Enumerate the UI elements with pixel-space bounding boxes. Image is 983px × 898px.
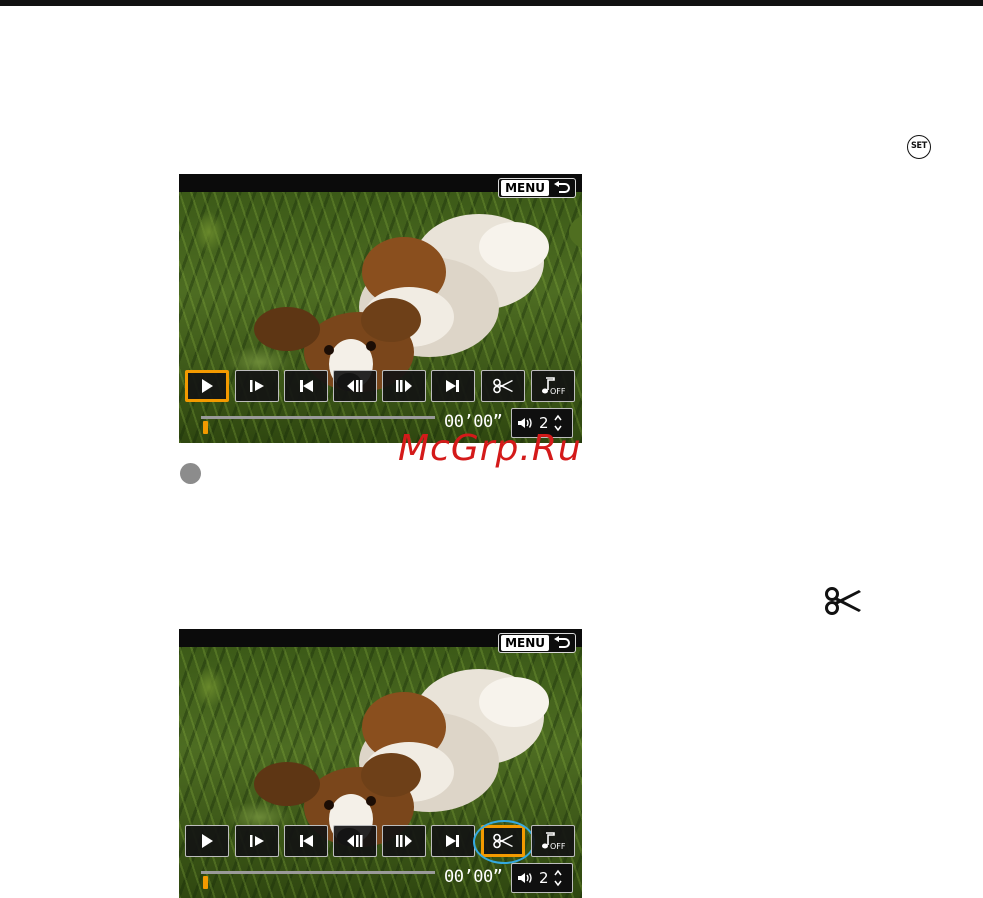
play-icon (202, 379, 213, 393)
next-frame-button[interactable] (382, 825, 426, 857)
speaker-icon (518, 873, 532, 883)
music-off-icon: OFF (542, 832, 566, 851)
scissors-icon (493, 378, 513, 394)
progress-track[interactable] (201, 871, 435, 874)
slow-motion-icon (250, 380, 264, 392)
first-frame-icon (300, 835, 313, 847)
svg-text:OFF: OFF (550, 842, 566, 851)
slow-motion-button[interactable] (235, 370, 279, 402)
menu-back-button[interactable]: MENU (498, 178, 576, 198)
video-frame (179, 192, 582, 443)
previous-frame-icon (347, 380, 363, 392)
last-frame-icon (446, 380, 459, 392)
play-icon (202, 834, 213, 848)
play-button[interactable] (185, 825, 229, 857)
last-frame-button[interactable] (431, 370, 475, 402)
next-frame-button[interactable] (382, 370, 426, 402)
playback-position-marker[interactable] (203, 876, 208, 889)
menu-back-button[interactable]: MENU (498, 633, 576, 653)
background-music-button[interactable]: OFF (531, 370, 575, 402)
previous-frame-button[interactable] (333, 370, 377, 402)
previous-frame-button[interactable] (333, 825, 377, 857)
last-frame-button[interactable] (431, 825, 475, 857)
menu-label: MENU (501, 635, 549, 651)
set-button-icon: SET (907, 135, 931, 159)
previous-frame-icon (347, 835, 363, 847)
edit-cut-button[interactable] (481, 370, 525, 402)
edit-cut-button[interactable] (473, 820, 535, 864)
play-button[interactable] (185, 370, 229, 402)
background-music-button[interactable]: OFF (531, 825, 575, 857)
first-frame-button[interactable] (284, 825, 328, 857)
next-frame-icon (396, 835, 412, 847)
camera-screen-2: MENU OFF 00’00” 2 (179, 629, 582, 898)
progress-track[interactable] (201, 416, 435, 419)
scissors-icon (493, 833, 513, 849)
first-frame-icon (300, 380, 313, 392)
camera-screen-1: MENU OFF 00’00” 2 (179, 174, 582, 443)
playback-position-marker[interactable] (203, 421, 208, 434)
top-rule (0, 0, 983, 6)
scissors-icon (825, 587, 861, 615)
return-arrow-icon (554, 636, 570, 648)
playback-controls: OFF (185, 820, 577, 864)
slow-motion-button[interactable] (235, 825, 279, 857)
last-frame-icon (446, 835, 459, 847)
bullet-marker (180, 463, 201, 484)
first-frame-button[interactable] (284, 370, 328, 402)
volume-up-down-icon (553, 869, 562, 887)
menu-label: MENU (501, 180, 549, 196)
volume-control[interactable]: 2 (511, 863, 573, 893)
return-arrow-icon (554, 181, 570, 193)
slow-motion-icon (250, 835, 264, 847)
volume-level: 2 (539, 869, 549, 887)
dog-image (254, 669, 549, 847)
svg-text:OFF: OFF (550, 387, 566, 396)
watermark: McGrp.Ru (398, 428, 582, 469)
video-frame (179, 647, 582, 898)
next-frame-icon (396, 380, 412, 392)
playback-controls: OFF (185, 370, 577, 402)
playback-time: 00’00” (444, 867, 503, 887)
music-off-icon: OFF (542, 377, 566, 396)
dog-image (254, 214, 582, 392)
